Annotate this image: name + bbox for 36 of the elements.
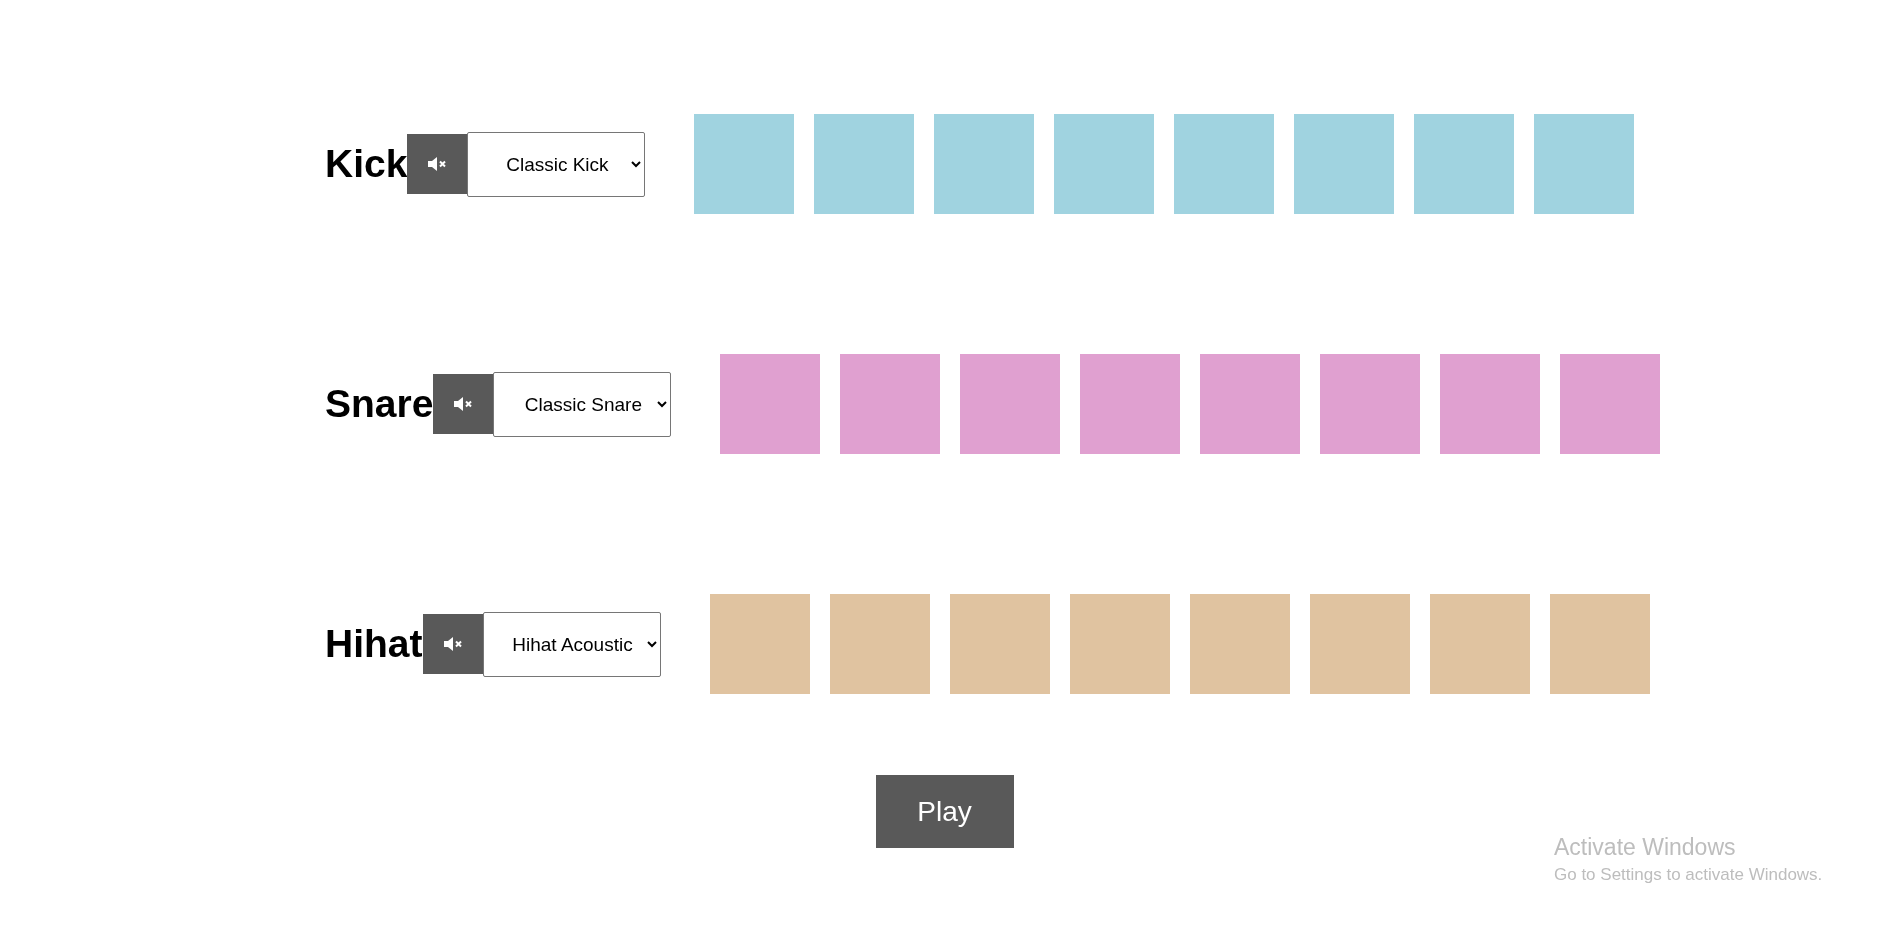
step-pad[interactable] (949, 594, 1050, 694)
mute-button[interactable] (433, 374, 494, 434)
step-pad[interactable] (1560, 354, 1661, 454)
step-pad[interactable] (694, 114, 795, 214)
sound-dropdown[interactable]: Hihat Acoustic (482, 611, 661, 677)
step-pad[interactable] (934, 114, 1035, 214)
track-name: Hihat (325, 622, 423, 666)
step-pad[interactable] (709, 594, 810, 694)
mute-button[interactable] (422, 614, 483, 674)
step-pad[interactable] (1174, 114, 1275, 214)
step-pad[interactable] (1294, 114, 1395, 214)
step-pad[interactable] (1414, 114, 1515, 214)
step-pad[interactable] (1309, 594, 1410, 694)
track-name: Kick (325, 142, 408, 186)
step-pad[interactable] (1429, 594, 1530, 694)
step-pad[interactable] (1080, 354, 1181, 454)
step-pad[interactable] (840, 354, 941, 454)
mute-button[interactable] (407, 134, 468, 194)
step-pad[interactable] (1189, 594, 1290, 694)
step-pad[interactable] (829, 594, 930, 694)
step-pad[interactable] (960, 354, 1061, 454)
step-pad[interactable] (1200, 354, 1301, 454)
step-pad[interactable] (1440, 354, 1541, 454)
step-pad[interactable] (1549, 594, 1650, 694)
activation-notice-text: Go to Settings to activate Windows. (1554, 865, 1823, 885)
sound-dropdown[interactable]: Classic Snare (493, 371, 672, 437)
activation-notice-title: Activate Windows (1554, 834, 1737, 861)
step-pad[interactable] (814, 114, 915, 214)
step-pad[interactable] (720, 354, 821, 454)
play-button[interactable]: Play (875, 775, 1014, 848)
step-pad[interactable] (1069, 594, 1170, 694)
sound-dropdown[interactable]: Classic Kick (467, 131, 646, 197)
step-pad[interactable] (1320, 354, 1421, 454)
step-pad[interactable] (1054, 114, 1155, 214)
track-name: Snare (325, 382, 434, 426)
step-pad[interactable] (1534, 114, 1635, 214)
